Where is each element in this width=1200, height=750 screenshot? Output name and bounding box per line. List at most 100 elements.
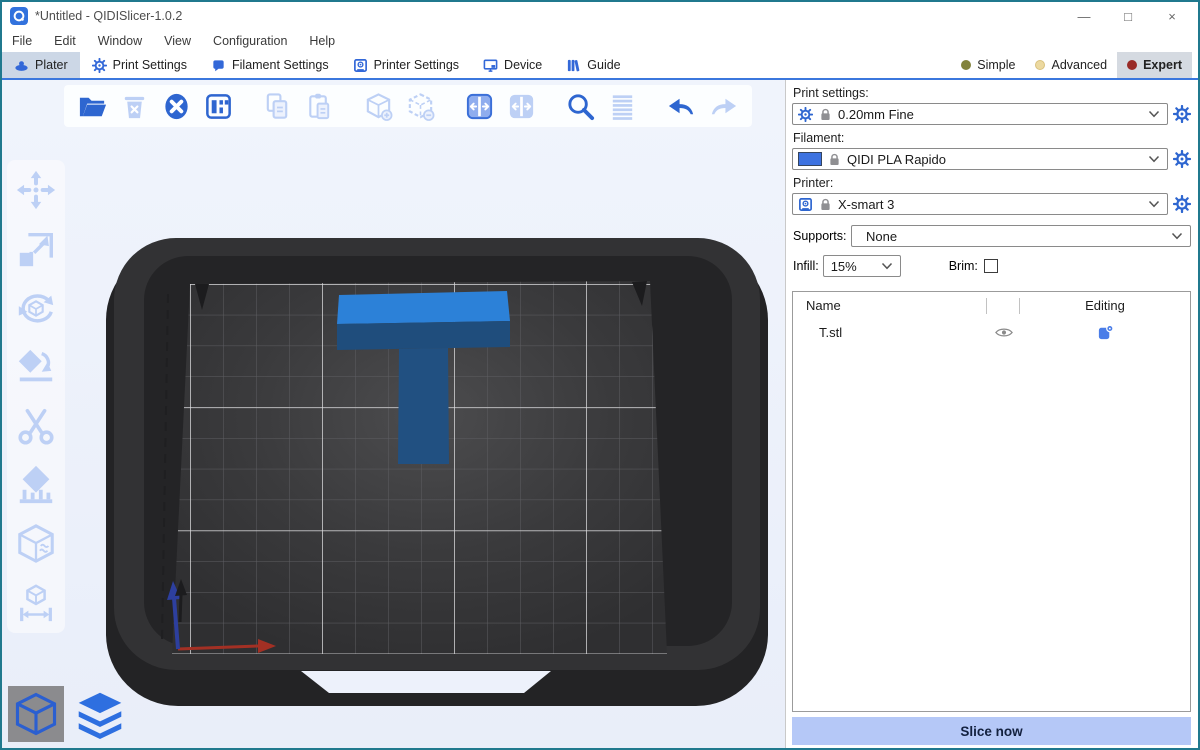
brim-checkbox[interactable] — [984, 259, 998, 273]
print-settings-gear-button[interactable] — [1173, 105, 1191, 123]
mode-selector: Simple Advanced Expert — [951, 52, 1198, 78]
open-button[interactable] — [76, 90, 109, 123]
eye-icon — [995, 327, 1013, 338]
column-name: Name — [793, 298, 986, 313]
measure-tool-button[interactable] — [14, 581, 58, 625]
redo-button[interactable] — [707, 90, 740, 123]
seam-painting-tool-button[interactable] — [14, 522, 58, 566]
tab-label: Printer Settings — [374, 58, 459, 72]
chevron-down-icon — [1171, 232, 1183, 240]
object-manipulation-toolbar — [7, 160, 65, 633]
close-button[interactable]: × — [1150, 3, 1194, 29]
build-plate-scene[interactable] — [2, 80, 785, 748]
place-on-face-tool-button[interactable] — [14, 345, 58, 389]
layers-icon — [75, 689, 125, 739]
infill-select[interactable]: 15% — [823, 255, 901, 277]
filament-gear-button[interactable] — [1173, 150, 1191, 168]
view-mode-toolbar — [8, 686, 128, 742]
plater-icon — [14, 58, 29, 73]
menu-window[interactable]: Window — [98, 34, 142, 48]
3d-viewport[interactable] — [2, 80, 785, 748]
chevron-down-icon — [1148, 110, 1160, 118]
arrange-button[interactable] — [202, 90, 235, 123]
tab-bar: Plater Print Settings Filament Settings … — [2, 52, 1198, 78]
maximize-button[interactable]: □ — [1106, 3, 1150, 29]
mode-advanced[interactable]: Advanced — [1025, 52, 1117, 78]
split-to-parts-button[interactable] — [505, 90, 538, 123]
simple-mode-dot-icon — [961, 60, 971, 70]
chevron-down-icon — [881, 262, 893, 270]
menu-file[interactable]: File — [12, 34, 32, 48]
delete-all-button[interactable] — [160, 90, 193, 123]
delete-button[interactable] — [118, 90, 151, 123]
column-separator — [986, 298, 987, 314]
advanced-mode-dot-icon — [1035, 60, 1045, 70]
paint-on-supports-tool-button[interactable] — [14, 463, 58, 507]
edit-object-button[interactable] — [1020, 324, 1190, 341]
tab-label: Filament Settings — [232, 58, 329, 72]
chevron-down-icon — [1148, 155, 1160, 163]
printer-gear-button[interactable] — [1173, 195, 1191, 213]
cut-tool-button[interactable] — [14, 404, 58, 448]
infill-label: Infill: — [793, 259, 819, 273]
mode-label: Simple — [977, 58, 1015, 72]
supports-select[interactable]: None — [851, 225, 1191, 247]
tab-plater[interactable]: Plater — [2, 52, 80, 78]
copy-button[interactable] — [261, 90, 294, 123]
filament-value: QIDI PLA Rapido — [847, 152, 946, 167]
viewport-toolbar — [64, 85, 752, 127]
print-settings-select[interactable]: 0.20mm Fine — [792, 103, 1168, 125]
search-button[interactable] — [564, 90, 597, 123]
paste-button[interactable] — [303, 90, 336, 123]
filament-color-swatch — [798, 152, 822, 166]
tab-label: Guide — [587, 58, 620, 72]
filament-select[interactable]: QIDI PLA Rapido — [792, 148, 1168, 170]
visibility-toggle[interactable] — [988, 327, 1020, 338]
tab-filament-settings[interactable]: Filament Settings — [199, 52, 341, 78]
minimize-button[interactable]: — — [1062, 3, 1106, 29]
printer-label: Printer: — [793, 176, 1191, 190]
tab-label: Plater — [35, 58, 68, 72]
mode-simple[interactable]: Simple — [951, 52, 1025, 78]
tab-printer-settings[interactable]: Printer Settings — [341, 52, 471, 78]
variable-layer-height-button[interactable] — [606, 90, 639, 123]
tab-print-settings[interactable]: Print Settings — [80, 52, 199, 78]
menu-edit[interactable]: Edit — [54, 34, 76, 48]
printer-icon — [798, 197, 813, 212]
menu-configuration[interactable]: Configuration — [213, 34, 287, 48]
printer-select[interactable]: X-smart 3 — [792, 193, 1168, 215]
remove-instance-button[interactable] — [404, 90, 437, 123]
3d-view-button[interactable] — [8, 686, 64, 742]
chevron-down-icon — [1148, 200, 1160, 208]
menu-view[interactable]: View — [164, 34, 191, 48]
add-instance-button[interactable] — [362, 90, 395, 123]
tab-label: Device — [504, 58, 542, 72]
print-settings-value: 0.20mm Fine — [838, 107, 914, 122]
device-icon — [483, 58, 498, 73]
object-row-tstl[interactable]: T.stl — [793, 319, 1190, 346]
edit-settings-icon — [1097, 324, 1114, 341]
scale-tool-button[interactable] — [14, 227, 58, 271]
undo-button[interactable] — [665, 90, 698, 123]
window-title: *Untitled - QIDISlicer-1.0.2 — [35, 9, 182, 23]
object-list: Name Editing T.stl — [792, 291, 1191, 712]
slice-now-button[interactable]: Slice now — [792, 717, 1191, 745]
mode-expert[interactable]: Expert — [1117, 52, 1192, 78]
gear-icon — [798, 107, 813, 122]
lock-icon — [820, 198, 831, 211]
guide-icon — [566, 58, 581, 73]
split-to-objects-button[interactable] — [463, 90, 496, 123]
filament-label: Filament: — [793, 131, 1191, 145]
infill-value: 15% — [831, 259, 857, 274]
supports-value: None — [866, 229, 897, 244]
move-tool-button[interactable] — [14, 168, 58, 212]
printer-value: X-smart 3 — [838, 197, 894, 212]
mode-label: Expert — [1143, 58, 1182, 72]
tab-guide[interactable]: Guide — [554, 52, 632, 78]
lock-icon — [829, 153, 840, 166]
layers-view-button[interactable] — [72, 686, 128, 742]
menu-help[interactable]: Help — [309, 34, 335, 48]
tab-device[interactable]: Device — [471, 52, 554, 78]
app-window: *Untitled - QIDISlicer-1.0.2 — □ × File … — [0, 0, 1200, 750]
rotate-tool-button[interactable] — [14, 286, 58, 330]
